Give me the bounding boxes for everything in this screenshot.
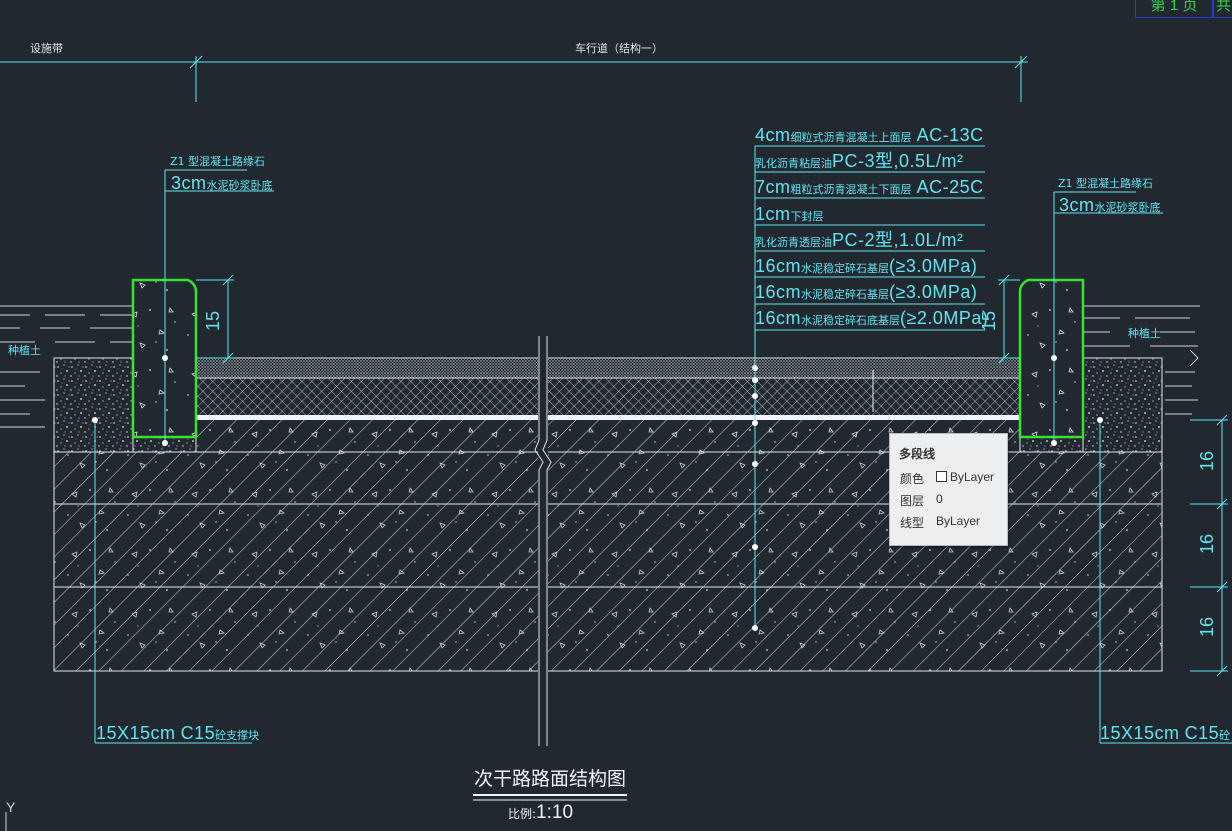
mortar-bedding-right [1082, 357, 1163, 453]
drawing-title: 次干路路面结构图 [474, 768, 627, 790]
layer-callout-3: 7cm粗粒式沥青混凝土下面层 AC-25C [755, 177, 984, 197]
layer-callout-7: 16cm水泥稳定碎石基层(≥3.0MPa) [755, 282, 978, 302]
layer-callout-6: 16cm水泥稳定碎石基层(≥3.0MPa) [755, 256, 978, 276]
dim-right-1: 16 [1197, 450, 1218, 472]
tooltip-color-value: ByLayer [936, 470, 994, 484]
curb-left-height: 15 [203, 310, 224, 332]
tooltip-linetype-label: 线型 [900, 516, 925, 530]
layer-callout-8: 16cm水泥稳定碎石底基层(≥2.0MPa) [755, 308, 989, 328]
asphalt-layers [195, 357, 1021, 420]
curb-left-title: Z1 型混凝土路缘石 [170, 155, 266, 168]
soil-right-label: 种植土 [1128, 327, 1161, 340]
scale-label: 比例:1:10 [508, 802, 574, 823]
dim-right-2: 16 [1197, 533, 1218, 555]
curb-right-height: 15 [979, 310, 1000, 332]
cad-drawing-canvas[interactable] [0, 0, 1232, 831]
dim-right-3: 16 [1197, 616, 1218, 638]
layer-callout-1: 4cm细粒式沥青混凝土上面层 AC-13C [755, 125, 984, 145]
layer-callout-4: 1cm下封层 [755, 204, 824, 224]
ucs-y-label: Y [6, 799, 16, 815]
backing-right-label: 15X15cm C15砼 [1100, 723, 1231, 743]
top-dimension-line [0, 55, 1028, 102]
layer-callout-2: 乳化沥青粘层油PC-3型,0.5L/m² [755, 151, 964, 171]
tooltip-title: 多段线 [899, 447, 936, 461]
header-center-label: 车行道（结构一） [575, 42, 663, 55]
layer-callout-5: 乳化沥青透层油PC-2型,1.0L/m² [755, 230, 964, 250]
tooltip-layer-value: 0 [936, 492, 943, 506]
page-indicator: 第 1 页 共 [1135, 0, 1232, 18]
color-swatch-icon [936, 471, 947, 482]
curb-right-bedding: 3cm水泥砂浆卧底 [1059, 195, 1161, 215]
backing-left-label: 15X15cm C15砼支撑块 [96, 723, 260, 743]
curb-right-title: Z1 型混凝土路缘石 [1058, 177, 1154, 190]
tooltip-color-label: 颜色 [900, 472, 925, 486]
page-number[interactable]: 第 1 页 [1135, 0, 1213, 18]
soil-left-label: 种植土 [8, 344, 41, 357]
title-underline [473, 794, 627, 801]
mortar-bedding-left [53, 357, 134, 453]
tooltip-layer-label: 图层 [900, 494, 925, 508]
header-left-label: 设施带 [30, 42, 63, 55]
page-total[interactable]: 共 [1213, 0, 1232, 18]
curb-left-bedding: 3cm水泥砂浆卧底 [171, 173, 273, 193]
tooltip-linetype-value: ByLayer [936, 514, 981, 528]
entity-hover-tooltip: 多段线 颜色 ByLayer 图层 0 线型 ByLayer [889, 433, 1008, 546]
